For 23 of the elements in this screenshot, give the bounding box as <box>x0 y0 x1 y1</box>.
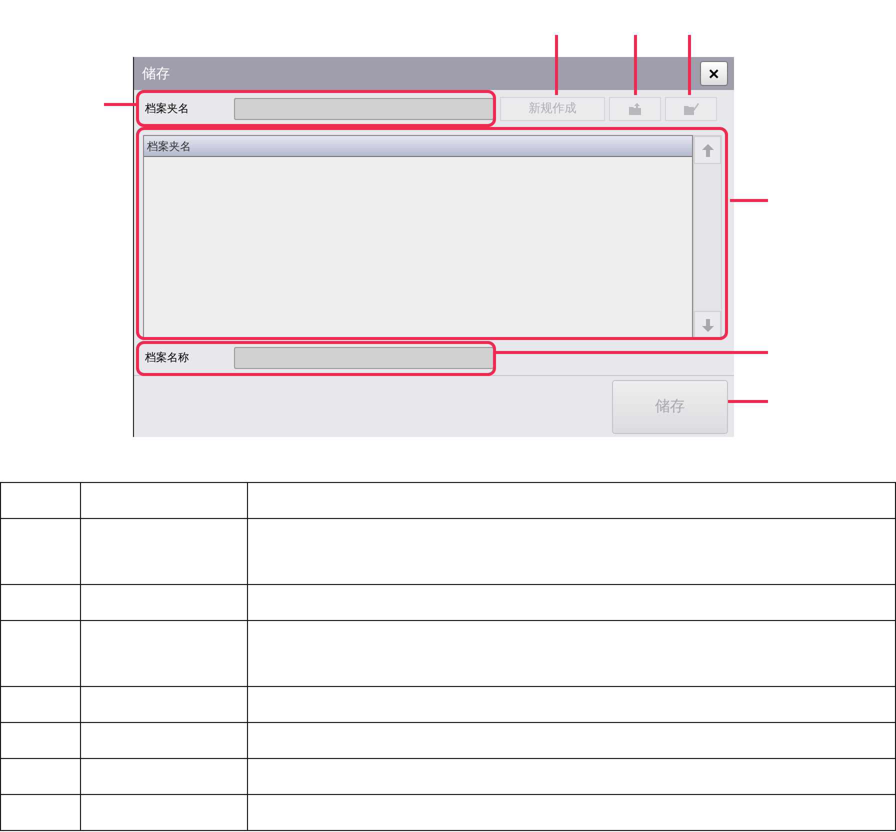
folder-name-field[interactable] <box>234 98 494 120</box>
leader-line <box>104 103 136 106</box>
folder-arrow-icon <box>628 102 642 114</box>
scroll-down-button[interactable] <box>694 311 721 339</box>
folder-edit-button[interactable] <box>665 96 717 120</box>
scroll-bar[interactable] <box>693 135 722 340</box>
column-header: 档案夹名 <box>144 136 692 157</box>
leader-line <box>688 35 691 95</box>
file-name-label: 档案名称 <box>145 350 190 365</box>
folder-pencil-icon <box>683 102 699 115</box>
leader-line <box>728 400 768 403</box>
scroll-up-button[interactable] <box>694 136 721 164</box>
file-name-field[interactable] <box>234 346 494 368</box>
up-arrow-icon <box>702 144 714 156</box>
close-button[interactable]: ✕ <box>700 61 728 86</box>
leader-line <box>634 35 637 95</box>
folder-up-button[interactable] <box>609 96 661 120</box>
leader-line <box>555 35 558 95</box>
down-arrow-icon <box>702 318 714 332</box>
folder-name-label: 档案夹名 <box>145 101 190 116</box>
leader-line <box>730 199 768 202</box>
folder-list[interactable]: 档案夹名 <box>143 135 693 340</box>
window-title: 储存 <box>142 64 170 82</box>
